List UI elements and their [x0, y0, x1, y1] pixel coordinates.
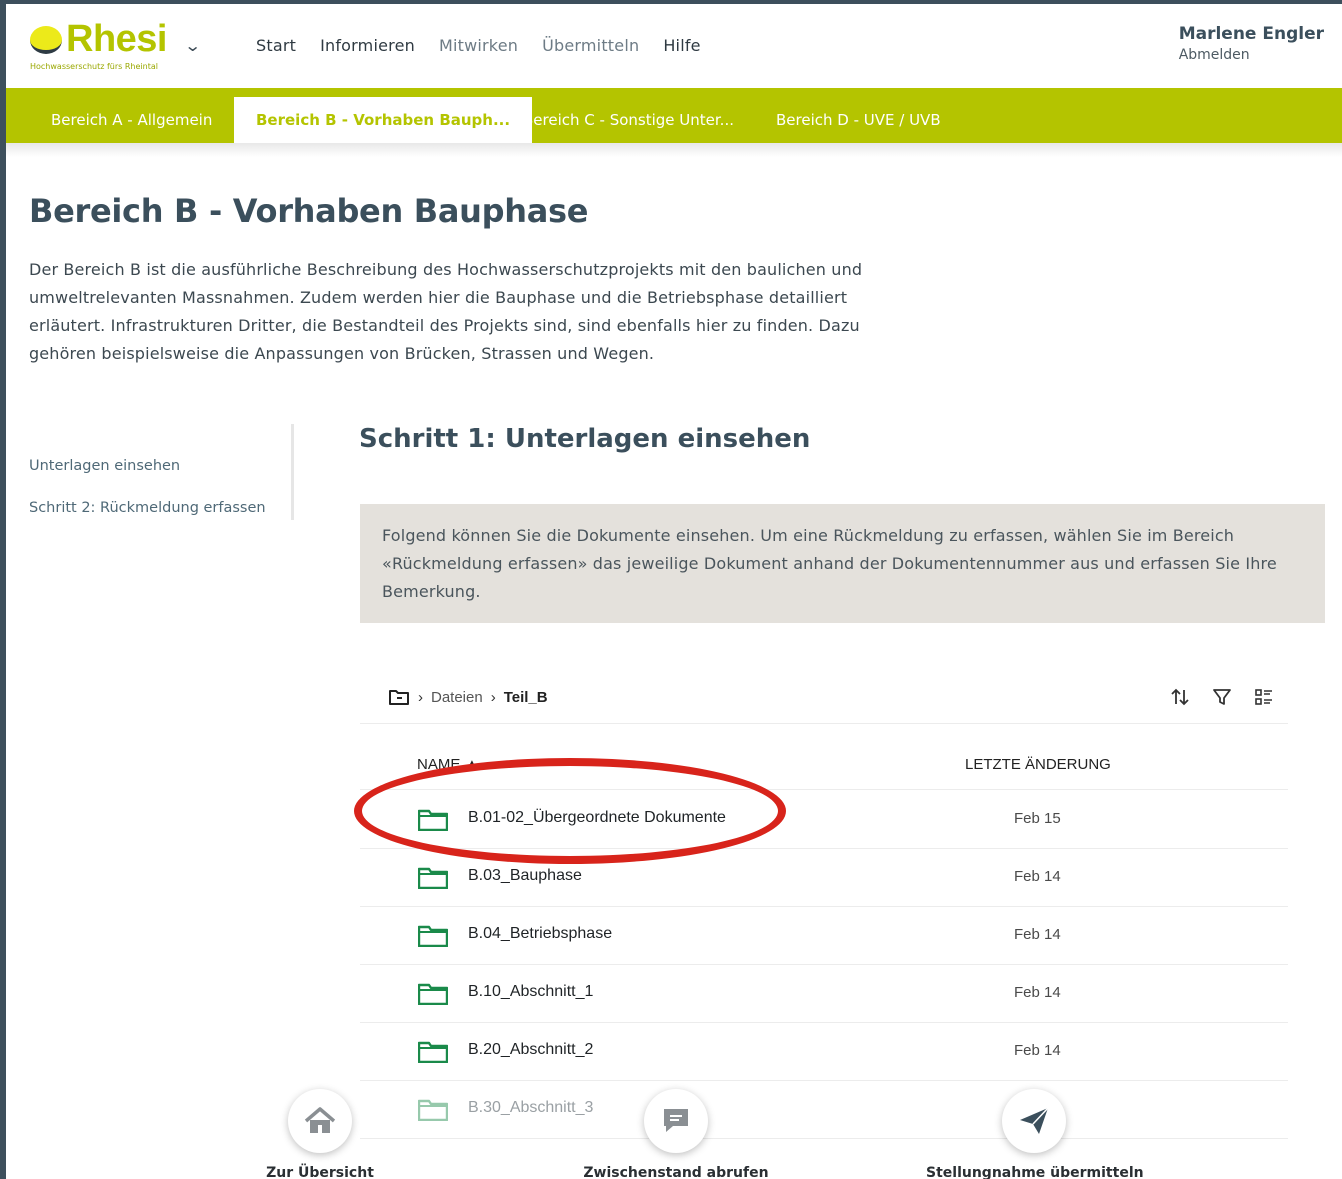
nav-mitwirken[interactable]: Mitwirken	[439, 36, 518, 55]
chat-icon	[644, 1089, 708, 1153]
folder-icon	[418, 867, 448, 889]
draft-button[interactable]: Zwischenstand abrufen	[576, 1089, 776, 1179]
overview-label: Zur Übersicht	[266, 1165, 374, 1179]
intro-text: Der Bereich B ist die ausführliche Besch…	[29, 260, 863, 363]
step-sidenav: Unterlagen einsehen Schritt 2: Rückmeldu…	[29, 424, 294, 520]
draft-label: Zwischenstand abrufen	[583, 1165, 769, 1179]
chevron-right-icon: ›	[418, 688, 423, 706]
tab-bereich-c[interactable]: Bereich C - Sonstige Unter...	[501, 97, 756, 143]
sort-icon[interactable]	[1170, 686, 1190, 708]
file-date: Feb 14	[1014, 926, 1061, 943]
submit-label: Stellungnahme übermitteln	[926, 1165, 1144, 1179]
table-row[interactable]: B.10_Abschnitt_1 Feb 14	[360, 965, 1288, 1023]
file-name[interactable]: B.03_Bauphase	[468, 867, 582, 885]
tab-bereich-d[interactable]: Bereich D - UVE / UVB	[754, 97, 963, 143]
divider	[6, 143, 1342, 157]
nav-hilfe[interactable]: Hilfe	[663, 36, 700, 55]
file-name[interactable]: B.04_Betriebsphase	[468, 925, 612, 943]
chevron-right-icon: ›	[490, 688, 496, 706]
logo[interactable]: Rhesi ⌄ Hochwasserschutz fürs Rheintal	[28, 18, 228, 74]
nav-uebermitteln[interactable]: Übermitteln	[542, 36, 639, 55]
folder-icon	[418, 983, 448, 1005]
sidenav-rueckmeldung[interactable]: Schritt 2: Rückmeldung erfassen	[29, 500, 266, 516]
file-date: Feb 14	[1014, 1042, 1061, 1059]
file-name[interactable]: B.10_Abschnitt_1	[468, 983, 593, 1001]
folder-icon	[418, 1041, 448, 1063]
file-date: Feb 14	[1014, 868, 1061, 885]
file-date: Feb 15	[1014, 810, 1061, 827]
breadcrumb-current: Teil_B	[503, 688, 548, 706]
column-date-header[interactable]: LETZTE ÄNDERUNG	[965, 756, 1111, 773]
user-name: Marlene Engler	[1178, 24, 1324, 44]
tab-bereich-b[interactable]: Bereich B - Vorhaben Bauph...	[234, 97, 533, 143]
step-title: Schritt 1: Unterlagen einsehen	[359, 424, 811, 454]
table-row[interactable]: B.04_Betriebsphase Feb 14	[360, 907, 1288, 965]
view-list-icon[interactable]	[1254, 686, 1274, 708]
home-icon	[288, 1089, 352, 1153]
breadcrumb-root[interactable]: Dateien	[431, 689, 483, 706]
folder-outline-icon[interactable]	[388, 688, 410, 706]
table-row[interactable]: B.20_Abschnitt_2 Feb 14	[360, 1023, 1288, 1081]
main-nav: Start Informieren Mitwirken Übermitteln …	[256, 36, 725, 55]
tab-bereich-a[interactable]: Bereich A - Allgemein	[29, 97, 234, 143]
section-tabs: Bereich A - Allgemein Bereich B - Vorhab…	[6, 88, 1342, 143]
filebrowser-toolbar: › Dateien › Teil_B	[360, 674, 1288, 724]
page: Rhesi ⌄ Hochwasserschutz fürs Rheintal S…	[6, 4, 1342, 1179]
logo-text: Rhesi	[66, 18, 167, 60]
logo-ball-icon	[30, 26, 62, 54]
page-title: Bereich B - Vorhaben Bauphase	[29, 192, 589, 230]
nav-start[interactable]: Start	[256, 36, 296, 55]
logout-link[interactable]: Abmelden	[1179, 47, 1324, 63]
overview-button[interactable]: Zur Übersicht	[236, 1089, 404, 1179]
submit-button[interactable]: Stellungnahme übermitteln	[926, 1089, 1144, 1179]
nav-informieren[interactable]: Informieren	[320, 36, 415, 55]
user-menu: Marlene Engler Abmelden	[1179, 24, 1324, 63]
file-name[interactable]: B.20_Abschnitt_2	[468, 1041, 593, 1059]
send-icon	[1002, 1089, 1066, 1153]
sidenav-unterlagen[interactable]: Unterlagen einsehen	[29, 458, 180, 474]
file-date: Feb 14	[1014, 984, 1061, 1001]
header: Rhesi ⌄ Hochwasserschutz fürs Rheintal S…	[6, 4, 1342, 88]
filebrowser-tools	[1170, 686, 1274, 708]
filter-icon[interactable]	[1212, 686, 1232, 708]
folder-icon	[418, 925, 448, 947]
highlight-ellipse	[354, 758, 786, 864]
breadcrumb: › Dateien › Teil_B	[388, 688, 548, 706]
action-bar: Zur Übersicht Zwischenstand abrufen Stel…	[6, 1089, 1342, 1179]
logo-tagline: Hochwasserschutz fürs Rheintal	[30, 62, 158, 71]
info-box: Folgend können Sie die Dokumente einsehe…	[360, 504, 1325, 623]
chevron-down-icon[interactable]: ⌄	[184, 36, 201, 55]
